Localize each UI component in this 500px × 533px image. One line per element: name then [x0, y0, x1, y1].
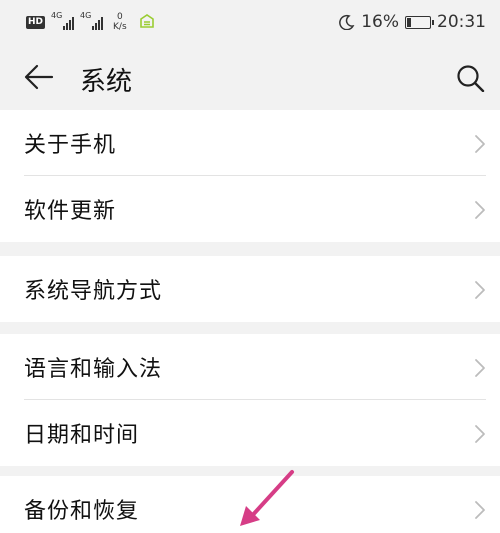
battery-icon — [405, 15, 434, 29]
settings-item-software-update[interactable]: 软件更新 — [0, 176, 500, 242]
status-left: HD 4G 4G 0 K/s — [26, 11, 155, 32]
settings-item-label: 日期和时间 — [24, 423, 140, 448]
network-type-label: 4G — [51, 11, 63, 20]
chevron-right-icon — [474, 424, 486, 444]
settings-item-navigation-mode[interactable]: 系统导航方式 — [0, 256, 500, 322]
settings-group-1: 关于手机 软件更新 — [0, 110, 500, 242]
speed-value: 0 — [116, 12, 123, 22]
settings-group-2: 系统导航方式 — [0, 256, 500, 322]
page-title: 系统 — [80, 67, 133, 97]
network-type-label-2: 4G — [80, 11, 92, 20]
settings-item-label: 系统导航方式 — [24, 279, 163, 304]
speed-unit: K/s — [113, 22, 127, 32]
chevron-right-icon — [474, 500, 486, 520]
hd-badge: HD — [26, 15, 46, 29]
signal-icon: 4G — [51, 11, 75, 30]
signal-icon-2: 4G — [80, 11, 104, 30]
chevron-right-icon — [474, 200, 486, 220]
network-speed: 0 K/s — [113, 12, 127, 32]
moon-icon — [339, 14, 355, 30]
chevron-right-icon — [474, 280, 486, 300]
status-bar: HD 4G 4G 0 K/s 16% 20:31 — [0, 0, 500, 44]
battery-percent: 16% — [361, 12, 399, 32]
chevron-right-icon — [474, 358, 486, 378]
settings-group-3: 语言和输入法 日期和时间 — [0, 334, 500, 466]
back-arrow-icon[interactable] — [24, 64, 54, 90]
settings-item-about-phone[interactable]: 关于手机 — [0, 110, 500, 176]
settings-item-language-input[interactable]: 语言和输入法 — [0, 334, 500, 400]
settings-item-label: 语言和输入法 — [24, 357, 163, 382]
settings-item-label: 软件更新 — [24, 199, 117, 224]
chevron-right-icon — [474, 134, 486, 154]
annotation-arrow-icon — [240, 470, 294, 526]
settings-item-date-time[interactable]: 日期和时间 — [0, 400, 500, 466]
title-bar: 系统 — [0, 44, 500, 110]
search-icon[interactable] — [456, 64, 486, 93]
clock: 20:31 — [437, 12, 486, 32]
app-notification-icon — [139, 13, 155, 31]
settings-item-label: 关于手机 — [24, 133, 117, 158]
settings-item-label: 备份和恢复 — [24, 499, 140, 524]
status-right: 16% 20:31 — [339, 12, 486, 32]
